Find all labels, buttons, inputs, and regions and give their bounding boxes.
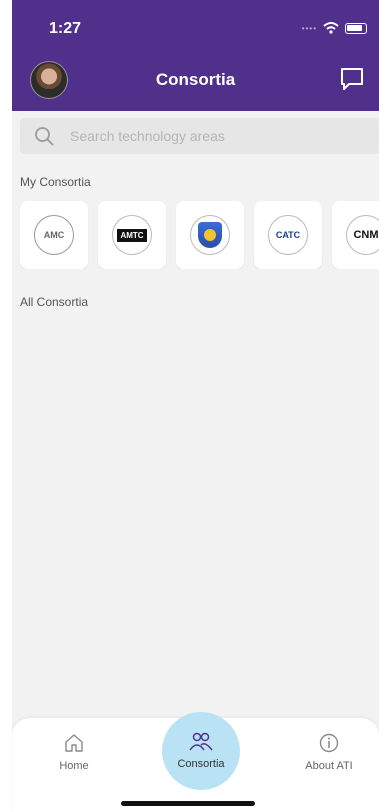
status-time: 1:27 <box>49 20 82 37</box>
home-indicator <box>121 801 255 806</box>
home-icon <box>65 734 83 752</box>
chat-icon[interactable] <box>339 66 365 92</box>
my-consortia-list: AMC AMTC CATC CNM <box>20 201 379 269</box>
search-icon <box>35 127 54 146</box>
tab-about[interactable]: About ATI <box>289 732 369 772</box>
signal-icon: •••• <box>301 23 317 33</box>
amc-logo: AMC <box>34 215 74 255</box>
tab-bar: Home Consortia About ATI <box>12 712 379 812</box>
consortium-card-cnm[interactable]: CNM <box>332 201 379 269</box>
consortium-card-amtc[interactable]: AMTC <box>98 201 166 269</box>
consortium-card-shield[interactable] <box>176 201 244 269</box>
shield-logo <box>190 215 230 255</box>
catc-logo: CATC <box>268 215 308 255</box>
tab-home-label: Home <box>59 760 89 772</box>
app-header: 1:27 •••• Consortia <box>12 0 379 111</box>
battery-icon <box>345 22 367 34</box>
tab-consortia-label: Consortia <box>177 758 225 770</box>
screen: 1:27 •••• Consortia My <box>0 0 379 812</box>
consortium-card-amc[interactable]: AMC <box>20 201 88 269</box>
amtc-logo-text: AMTC <box>117 228 147 242</box>
page-title: Consortia <box>155 70 236 89</box>
tab-consortia[interactable]: Consortia <box>162 712 240 790</box>
info-icon <box>319 733 339 753</box>
shield-icon <box>198 222 222 248</box>
all-consortia-label: All Consortia <box>20 295 89 309</box>
tab-about-label: About ATI <box>305 760 353 772</box>
consortium-card-catc[interactable]: CATC <box>254 201 322 269</box>
status-icons: •••• <box>302 22 367 34</box>
tab-home[interactable]: Home <box>34 732 114 772</box>
search-input[interactable] <box>70 118 360 154</box>
amtc-logo: AMTC <box>112 215 152 255</box>
cnm-logo: CNM <box>346 215 379 255</box>
search-bar <box>20 118 379 154</box>
my-consortia-label: My Consortia <box>20 175 91 189</box>
wifi-icon <box>323 22 339 34</box>
app-screen: 1:27 •••• Consortia My <box>12 0 379 812</box>
people-icon <box>189 732 213 751</box>
